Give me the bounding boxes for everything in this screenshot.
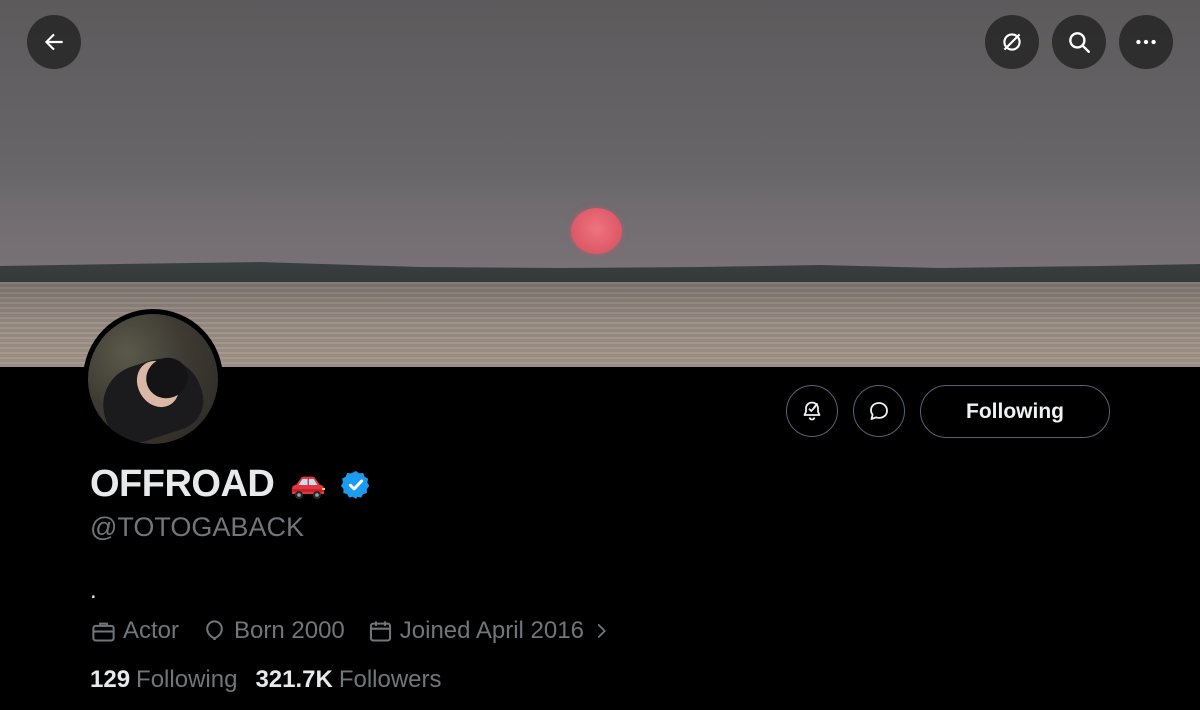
banner-sun — [571, 208, 622, 254]
joined-label: Joined April 2016 — [399, 617, 584, 644]
profile-meta: Actor Born 2000 Joined April 2016 — [90, 614, 632, 648]
back-button[interactable] — [27, 15, 81, 69]
balloon-icon — [206, 619, 223, 640]
chevron-right-icon — [597, 624, 606, 638]
translate-off-icon — [1003, 33, 1021, 51]
more-button[interactable] — [1119, 15, 1173, 69]
avatar-photo — [88, 314, 218, 444]
back-arrow-icon — [44, 33, 63, 51]
bell-check-icon — [803, 401, 821, 421]
red-car-emoji — [292, 476, 326, 499]
translate-off-button[interactable] — [985, 15, 1039, 69]
display-name: OFFROAD — [90, 463, 275, 505]
display-name-row: OFFROAD — [90, 463, 372, 506]
message-button[interactable] — [853, 385, 905, 437]
meta-joined[interactable]: Joined April 2016 — [367, 617, 610, 645]
bio-text: . — [90, 577, 97, 604]
chat-bubble-icon — [870, 402, 888, 420]
following-count: 129 — [90, 666, 131, 693]
following-stat-label: Following — [136, 666, 238, 693]
followers-stat[interactable]: 321.7K Followers — [255, 666, 441, 694]
search-icon — [1069, 32, 1090, 53]
search-button[interactable] — [1052, 15, 1106, 69]
more-icon — [1136, 39, 1156, 45]
meta-born: Born 2000 — [201, 617, 345, 645]
meta-profession: Actor — [90, 617, 179, 645]
briefcase-icon — [92, 622, 115, 642]
user-handle: @TOTOGABACK — [90, 512, 304, 542]
verified-badge-icon[interactable] — [340, 469, 372, 501]
followers-stat-label: Followers — [338, 666, 442, 693]
profession-label: Actor — [123, 617, 180, 644]
follow-stats: 129 Following 321.7K Followers — [90, 666, 460, 694]
following-stat[interactable]: 129 Following — [90, 666, 237, 694]
born-label: Born 2000 — [234, 617, 345, 644]
following-button[interactable]: Following — [920, 385, 1110, 438]
profile-avatar[interactable] — [83, 309, 223, 449]
notifications-button[interactable] — [786, 385, 838, 437]
followers-count: 321.7K — [255, 666, 333, 693]
calendar-icon — [369, 620, 391, 642]
